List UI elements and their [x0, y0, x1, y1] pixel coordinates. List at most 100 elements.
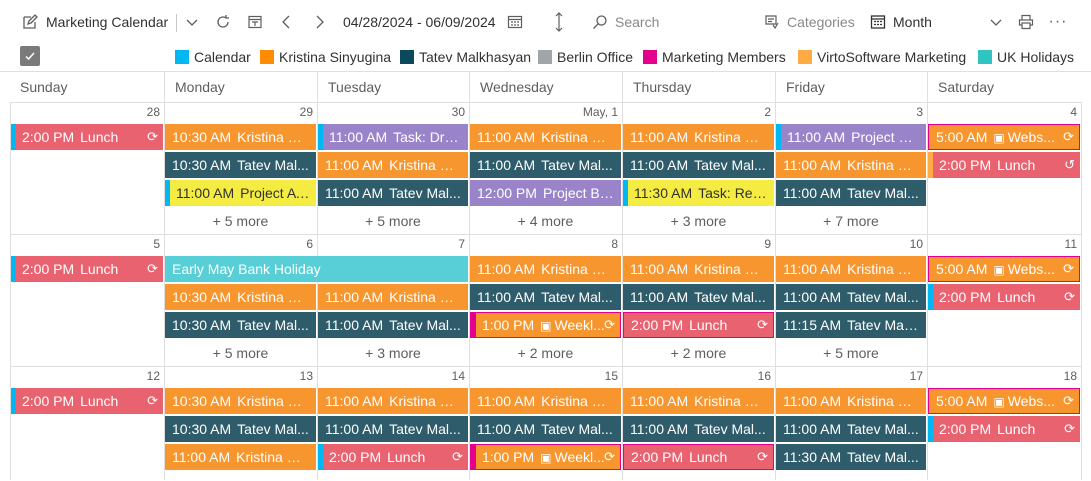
calendar-event[interactable]: 11:00 AM Kristina Si... — [623, 388, 774, 414]
calendar-event[interactable]: 11:00 AM Tatev Mal... — [623, 152, 774, 178]
calendar-event[interactable]: 11:00 AM Tatev Mal... — [318, 312, 468, 338]
more-events-link[interactable]: + 3 more — [317, 340, 469, 366]
day-number[interactable]: 6 — [164, 235, 317, 253]
calendar-event[interactable]: 11:00 AM Tatev Mal... — [623, 416, 774, 442]
calendar-event[interactable]: 11:15 AM Tatev Malk... — [776, 312, 926, 338]
day-number[interactable]: May, 1 — [469, 103, 622, 121]
calendar-event[interactable]: 11:00 AM Tatev Mal... — [623, 284, 774, 310]
calendar-event[interactable]: 1:00 PM ▣ Weekl... ⟳ — [470, 444, 621, 470]
day-number[interactable]: 9 — [622, 235, 775, 253]
calendar-event[interactable]: 11:00 AM Kristina Si... — [776, 256, 926, 282]
select-all-checkbox[interactable] — [20, 46, 40, 66]
prev-icon[interactable] — [275, 0, 299, 44]
categories-icon[interactable] — [760, 0, 784, 44]
calendar-event[interactable]: 10:30 AM Kristina Si... — [165, 284, 316, 310]
calendar-event[interactable]: 11:00 AM Kristina Si... — [470, 256, 621, 282]
calendar-event[interactable]: 11:00 AM Tatev Mal... — [470, 152, 621, 178]
calendar-event[interactable]: 5:00 AM ▣ Webs... ⟳ — [928, 124, 1080, 150]
calendar-event[interactable]: 11:00 AM Tatev Mal... — [470, 416, 621, 442]
calendar-event[interactable]: 11:00 AM Kristina Si... — [470, 124, 621, 150]
print-icon[interactable] — [1014, 0, 1038, 44]
more-events-link[interactable]: + 2 more — [622, 340, 775, 366]
calendar-event[interactable]: 2:00 PM Lunch ⟳ — [623, 312, 774, 338]
more-events-link[interactable]: + 3 more — [622, 208, 775, 234]
more-events-link[interactable]: + 5 more — [164, 340, 317, 366]
calendar-event[interactable]: 11:30 AM Tatev Mal... — [776, 444, 926, 470]
calendar-event[interactable]: 1:00 PM ▣ Weekl... ⟳ — [470, 312, 621, 338]
legend-item[interactable]: Berlin Office — [538, 44, 633, 70]
calendar-event[interactable]: 11:00 AM Kristina Si... — [776, 152, 926, 178]
calendar-event[interactable]: 10:30 AM Tatev Mal... — [165, 416, 316, 442]
legend-item[interactable]: Calendar — [175, 44, 251, 70]
legend-item[interactable]: Tatev Malkhasyan — [400, 44, 531, 70]
calendar-event[interactable]: 11:00 AM Kristina Si... — [623, 124, 774, 150]
day-number[interactable]: 13 — [164, 367, 317, 385]
calendar-event[interactable]: 11:00 AM Task: Draf... — [318, 124, 468, 150]
calendar-event[interactable]: 11:00 AM Kristina Si... — [165, 444, 316, 470]
calendar-event[interactable]: 11:00 AM Kristina Si... — [470, 388, 621, 414]
calendar-event[interactable]: 11:00 AM Kristina Si... — [318, 284, 468, 310]
calendar-event[interactable]: 10:30 AM Tatev Mal... — [165, 152, 316, 178]
calendar-event[interactable]: 11:00 AM Kristina Si... — [623, 256, 774, 282]
more-events-link[interactable]: + 2 more — [469, 340, 622, 366]
calendar-event[interactable]: 5:00 AM ▣ Webs... ⟳ — [928, 388, 1080, 414]
day-number[interactable]: 15 — [469, 367, 622, 385]
date-picker-icon[interactable] — [503, 0, 527, 44]
day-number[interactable]: 29 — [164, 103, 317, 121]
view-selector[interactable]: Month — [893, 0, 932, 44]
legend-item[interactable]: UK Holidays — [978, 44, 1074, 70]
calendar-event[interactable]: 11:00 AM Project A ... — [165, 180, 316, 206]
calendar-event[interactable]: 2:00 PM Lunch ⟳ — [928, 416, 1080, 442]
calendar-event[interactable]: 2:00 PM Lunch ⟳ — [318, 444, 468, 470]
legend-item[interactable]: Kristina Sinyugina — [260, 44, 391, 70]
calendar-event[interactable]: 2:00 PM Lunch ⟳ — [623, 444, 774, 470]
search-input[interactable]: Search — [615, 0, 659, 44]
next-icon[interactable] — [307, 0, 331, 44]
calendar-event[interactable]: 11:00 AM Tatev Mal... — [776, 180, 926, 206]
day-number[interactable]: 5 — [10, 235, 164, 253]
more-events-link[interactable]: + 4 more — [469, 208, 622, 234]
more-events-link[interactable]: + 7 more — [775, 208, 927, 234]
calendar-event[interactable]: Early May Bank Holiday — [165, 256, 468, 282]
calendar-event[interactable]: 2:00 PM Lunch ↺ — [928, 152, 1080, 178]
resize-vertical-icon[interactable] — [547, 0, 571, 44]
day-number[interactable]: 14 — [317, 367, 469, 385]
day-number[interactable]: 7 — [317, 235, 469, 253]
day-number[interactable]: 16 — [622, 367, 775, 385]
date-range[interactable]: 04/28/2024 - 06/09/2024 — [343, 0, 496, 44]
calendar-event[interactable]: 10:30 AM Kristina Si... — [165, 124, 316, 150]
day-number[interactable]: 18 — [927, 367, 1081, 385]
legend-item[interactable]: Marketing Members — [643, 44, 786, 70]
chevron-down-icon[interactable] — [984, 0, 1008, 44]
day-number[interactable]: 4 — [927, 103, 1081, 121]
day-number[interactable]: 10 — [775, 235, 927, 253]
calendar-title[interactable]: Marketing Calendar — [46, 0, 168, 44]
calendar-event[interactable]: 11:30 AM Task: Revi... — [623, 180, 774, 206]
today-icon[interactable] — [243, 0, 267, 44]
calendar-event[interactable]: 11:00 AM Tatev Mal... — [776, 416, 926, 442]
search-icon[interactable] — [588, 0, 612, 44]
more-events-link[interactable]: + 5 more — [775, 340, 927, 366]
calendar-event[interactable]: 2:00 PM Lunch ⟳ — [11, 256, 163, 282]
more-events-link[interactable]: + 5 more — [164, 208, 317, 234]
calendar-event[interactable]: 5:00 AM ▣ Webs... ⟳ — [928, 256, 1080, 282]
calendar-event[interactable]: 10:30 AM Kristina Si... — [165, 388, 316, 414]
calendar-event[interactable]: 11:00 AM Kristina Si... — [776, 388, 926, 414]
day-number[interactable]: 28 — [10, 103, 164, 121]
calendar-event[interactable]: 11:00 AM Kristina Si... — [318, 388, 468, 414]
day-number[interactable]: 30 — [317, 103, 469, 121]
day-number[interactable]: 11 — [927, 235, 1081, 253]
calendar-event[interactable]: 2:00 PM Lunch ⟳ — [11, 124, 163, 150]
chevron-down-icon[interactable] — [180, 0, 204, 44]
calendar-event[interactable]: 11:00 AM Tatev Mal... — [318, 180, 468, 206]
calendar-event[interactable]: 11:00 AM Tatev Mal... — [318, 416, 468, 442]
calendar-event[interactable]: 12:00 PM Project B ... — [470, 180, 621, 206]
calendar-event[interactable]: 11:00 AM Tatev Mal... — [470, 284, 621, 310]
calendar-event[interactable]: 11:00 AM Project B ... — [776, 124, 926, 150]
refresh-icon[interactable] — [211, 0, 235, 44]
calendar-event[interactable]: 11:00 AM Tatev Mal... — [776, 284, 926, 310]
day-number[interactable]: 3 — [775, 103, 927, 121]
more-options-icon[interactable]: ··· — [1046, 0, 1070, 44]
calendar-event[interactable]: 11:00 AM Kristina Si... — [318, 152, 468, 178]
categories-button[interactable]: Categories — [787, 0, 855, 44]
